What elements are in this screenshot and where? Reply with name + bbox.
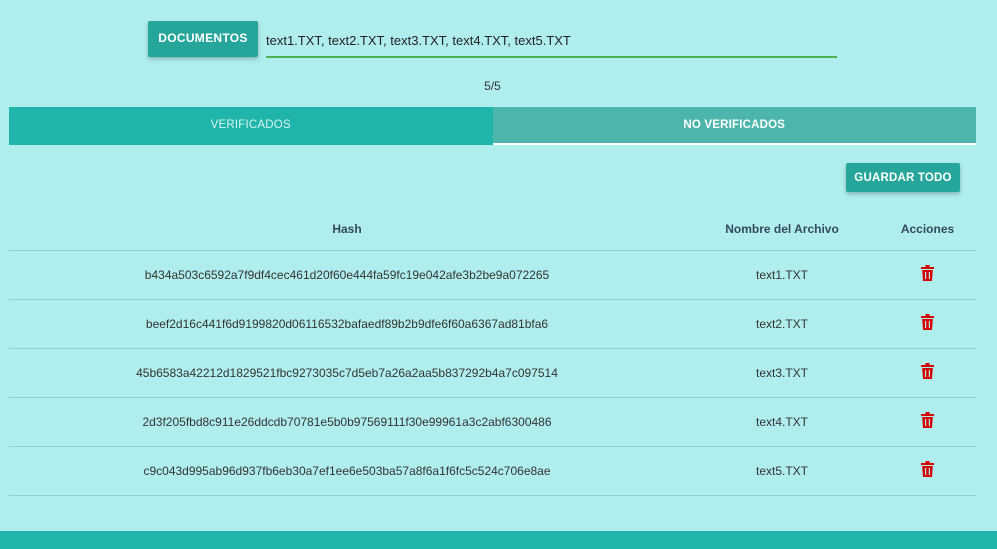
hash-table: Hash Nombre del Archivo Acciones b434a50…	[9, 208, 976, 496]
save-all-button[interactable]: GUARDAR TODO	[846, 163, 960, 192]
footer-bar	[0, 531, 997, 549]
filename-cell: text4.TXT	[755, 415, 808, 429]
trash-icon[interactable]	[921, 265, 934, 281]
table-row: 45b6583a42212d1829521fbc9273035c7d5eb7a2…	[9, 349, 976, 398]
table-row: beef2d16c441f6d9199820d06116532bafaedf89…	[9, 300, 976, 349]
column-header-actions: Acciones	[900, 222, 955, 236]
trash-icon[interactable]	[921, 412, 934, 428]
filename-cell: text1.TXT	[755, 268, 808, 282]
actions-cell	[879, 412, 976, 430]
tab-verificados[interactable]: VERIFICADOS	[9, 107, 493, 145]
column-header-name: Nombre del Archivo	[725, 222, 839, 236]
hash-cell: b434a503c6592a7f9df4cec461d20f60e444fa59…	[144, 268, 550, 282]
hash-cell: 2d3f205fbd8c911e26ddcdb70781e5b0b9756911…	[142, 415, 552, 429]
trash-icon[interactable]	[921, 363, 934, 379]
table-row: b434a503c6592a7f9df4cec461d20f60e444fa59…	[9, 251, 976, 300]
file-counter: 5/5	[484, 79, 501, 93]
table-row: c9c043d995ab96d937fb6eb30a7ef1ee6e503ba5…	[9, 447, 976, 496]
tab-bar: VERIFICADOS NO VERIFICADOS	[9, 107, 976, 145]
filename-cell: text3.TXT	[755, 366, 808, 380]
actions-cell	[879, 363, 976, 381]
page: DOCUMENTOS text1.TXT, text2.TXT, text3.T…	[0, 0, 997, 549]
file-path-input[interactable]: text1.TXT, text2.TXT, text3.TXT, text4.T…	[266, 24, 837, 58]
hash-cell: 45b6583a42212d1829521fbc9273035c7d5eb7a2…	[136, 366, 558, 380]
actions-cell	[879, 461, 976, 479]
documents-button[interactable]: DOCUMENTOS	[148, 21, 258, 57]
hash-cell: c9c043d995ab96d937fb6eb30a7ef1ee6e503ba5…	[143, 464, 551, 478]
table-header-row: Hash Nombre del Archivo Acciones	[9, 208, 976, 251]
trash-icon[interactable]	[921, 461, 934, 477]
table-row: 2d3f205fbd8c911e26ddcdb70781e5b0b9756911…	[9, 398, 976, 447]
hash-cell: beef2d16c441f6d9199820d06116532bafaedf89…	[145, 317, 549, 331]
filename-cell: text2.TXT	[755, 317, 808, 331]
file-path-value: text1.TXT, text2.TXT, text3.TXT, text4.T…	[266, 33, 571, 48]
filename-cell: text5.TXT	[755, 464, 808, 478]
trash-icon[interactable]	[921, 314, 934, 330]
column-header-hash: Hash	[332, 222, 362, 236]
actions-cell	[879, 265, 976, 283]
tab-no-verificados[interactable]: NO VERIFICADOS	[492, 107, 976, 145]
actions-cell	[879, 314, 976, 332]
